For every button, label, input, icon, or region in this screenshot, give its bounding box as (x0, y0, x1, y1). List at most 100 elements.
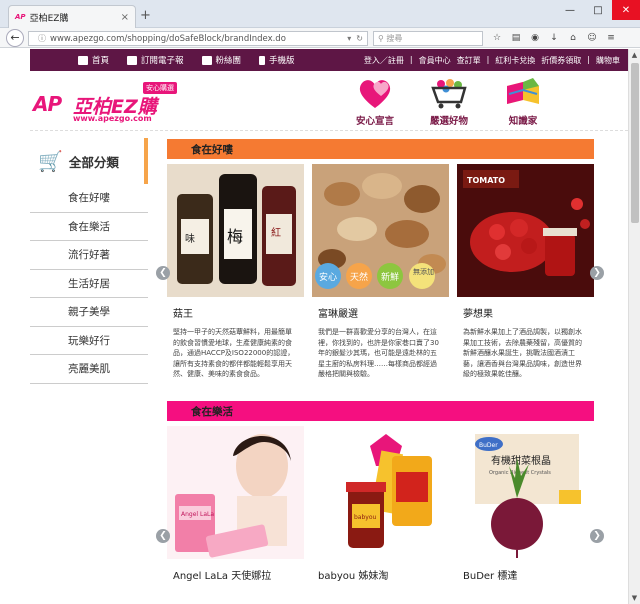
brand-card[interactable]: 味 梅 紅 菇王 堅持一甲子的天然菇蕈鮮料，用最簡單的飲食習慣愛地球，生產健康純… (167, 164, 304, 380)
logo-ap: AP (33, 92, 62, 116)
bonus-link[interactable]: 紅利卡兌換 (495, 55, 535, 66)
logo-slogan: 安心購選 (143, 82, 177, 94)
url-text[interactable]: www.apezgo.com/shopping/doSafeBlock/bran… (50, 34, 342, 44)
brand-image[interactable]: Angel LaLa (167, 426, 304, 559)
brand-desc: 堅持一甲子的天然菇蕈鮮料，用最簡單的飲食習慣愛地球，生產健康純素的食品，通過HA… (173, 328, 295, 378)
menu-icon[interactable]: ≡ (604, 31, 618, 45)
badge-text: 天然 (350, 271, 368, 283)
category-sidebar: 🛒 全部分類 食在好嘍 食在樂活 流行好著 生活好居 親子美學 玩樂好行 亮麗美… (30, 138, 148, 384)
brand-image[interactable]: babyou (312, 426, 449, 559)
window-controls: — □ ✕ (556, 0, 640, 20)
brand-image[interactable]: 味 梅 紅 (167, 164, 304, 297)
new-tab-button[interactable]: + (140, 8, 151, 23)
carousel-next-arrow[interactable]: ❯ (590, 266, 604, 280)
feature-peace[interactable]: 安心宣言 (350, 76, 400, 127)
dropdown-icon[interactable]: ▾ (347, 34, 351, 43)
carousel-prev-arrow[interactable]: ❮ (156, 529, 170, 543)
book-icon (498, 76, 548, 110)
category-header: 🛒 全部分類 (30, 138, 148, 184)
svg-text:紅: 紅 (271, 227, 281, 239)
sidebar-item-family[interactable]: 親子美學 (30, 298, 148, 327)
site-logo[interactable]: AP 亞柏EZ購 安心購選 www.apezgo.com (33, 80, 203, 124)
site-favicon-icon: AP (15, 13, 26, 21)
brand-image[interactable]: 安心 天然 新鮮 無添加 (312, 164, 449, 297)
sidebar-item-health[interactable]: 食在樂活 (30, 213, 148, 241)
maximize-button[interactable]: □ (584, 0, 612, 20)
brand-image[interactable]: TOMATO (457, 164, 594, 297)
vertical-scrollbar[interactable]: ▲ ▼ (628, 49, 640, 604)
back-button[interactable]: ← (6, 28, 24, 47)
brand-logo-text: TOMATO (467, 176, 505, 185)
brand-image[interactable]: BuDer 有機甜菜根晶 Organic Bioheet Crystals (457, 426, 594, 559)
search-input[interactable]: ⚲ 搜尋 (373, 31, 483, 46)
carousel-next-arrow[interactable]: ❯ (590, 529, 604, 543)
download-icon[interactable]: ↓ (547, 31, 561, 45)
cart-link[interactable]: 購物車 (596, 55, 620, 66)
address-bar[interactable]: ⓘ www.apezgo.com/shopping/doSafeBlock/br… (28, 31, 368, 46)
bookmark-star-icon[interactable]: ☆ (490, 31, 504, 45)
nav-newsletter[interactable]: 訂閱電子報 (127, 54, 184, 66)
sidebar-item-fashion[interactable]: 流行好著 (30, 241, 148, 270)
section-health: 食在樂活 Angel LaLa Angel LaLa 天使娜拉 babyou b… (167, 401, 594, 583)
brand-card[interactable]: 安心 天然 新鮮 無添加 富琳嚴選 我們是一群喜歡愛分享的台灣人，在這裡，你找到… (312, 164, 449, 380)
product-label-text: babyou (354, 514, 377, 521)
heart-icon (350, 76, 400, 110)
nav-fanpage[interactable]: 粉絲團 (201, 54, 241, 66)
fans-icon (201, 55, 212, 65)
nav-label: 首頁 (92, 56, 110, 66)
tab-close-icon[interactable]: × (121, 12, 129, 23)
section-header[interactable]: 食在好嘍 (167, 139, 594, 159)
product-label-text: Angel LaLa (181, 511, 214, 518)
brand-card[interactable]: TOMATO 夢想果 為新鮮水果加上了酒品調製，以獨創水果加工技術，去除農藥殘留… (457, 164, 594, 380)
product-carousel: Angel LaLa Angel LaLa 天使娜拉 babyou babyou… (167, 426, 594, 583)
badge-text: 安心 (319, 271, 337, 283)
feature-knowledge[interactable]: 知識家 (498, 76, 548, 127)
cart-icon (424, 76, 474, 110)
newsletter-icon (127, 55, 138, 65)
feature-label: 知識家 (508, 116, 538, 127)
brand-title[interactable]: 富琳嚴選 (318, 305, 449, 321)
window-close-button[interactable]: ✕ (612, 0, 640, 20)
logo-url: www.apezgo.com (73, 114, 152, 123)
section-header[interactable]: 食在樂活 (167, 401, 594, 421)
brand-card[interactable]: babyou babyou 姊妹淘 (312, 426, 449, 583)
carousel-prev-arrow[interactable]: ❮ (156, 266, 170, 280)
nav-mobile[interactable]: 手機版 (259, 54, 295, 66)
brand-desc: 我們是一群喜歡愛分享的台灣人，在這裡，你找到的，也許是你家巷口賣了30年的銀髮沙… (318, 328, 439, 378)
feature-label: 嚴選好物 (429, 116, 468, 127)
brand-title[interactable]: Angel LaLa 天使娜拉 (173, 567, 304, 583)
brand-title[interactable]: 菇王 (173, 305, 304, 321)
scroll-thumb[interactable] (631, 63, 639, 223)
scroll-down-arrow[interactable]: ▼ (629, 592, 640, 604)
product-carousel: 味 梅 紅 菇王 堅持一甲子的天然菇蕈鮮料，用最簡單的飲食習慣愛地球，生產健康純… (167, 164, 594, 380)
sidebar-item-home[interactable]: 生活好居 (30, 270, 148, 298)
home-icon[interactable]: ⌂ (566, 31, 580, 45)
scroll-up-arrow[interactable]: ▲ (629, 49, 640, 61)
search-icon: ⚲ (378, 34, 387, 43)
browser-nav-bar: ← ⓘ www.apezgo.com/shopping/doSafeBlock/… (0, 28, 640, 48)
coupon-link[interactable]: 折價券領取 (541, 55, 581, 66)
info-icon[interactable]: ⓘ (38, 33, 46, 44)
feature-select[interactable]: 嚴選好物 (424, 76, 474, 127)
header-divider (30, 130, 628, 131)
separator: | (587, 54, 590, 64)
reading-list-icon[interactable]: ▤ (509, 31, 523, 45)
brand-card[interactable]: BuDer 有機甜菜根晶 Organic Bioheet Crystals Bu… (457, 426, 594, 583)
sidebar-item-beauty[interactable]: 亮麗美肌 (30, 355, 148, 384)
login-link[interactable]: 登入／註冊 (364, 55, 404, 66)
orders-link[interactable]: 查訂單 (457, 55, 481, 66)
member-center-link[interactable]: 會員中心 (419, 55, 451, 66)
sidebar-item-travel[interactable]: 玩樂好行 (30, 327, 148, 355)
minimize-button[interactable]: — (556, 0, 584, 20)
sidebar-item-food[interactable]: 食在好嘍 (30, 184, 148, 213)
browser-tab[interactable]: AP 亞柏EZ購 × (8, 5, 136, 28)
brand-title[interactable]: babyou 姊妹淘 (318, 567, 449, 583)
brand-card[interactable]: Angel LaLa Angel LaLa 天使娜拉 (167, 426, 304, 583)
badge-text: 新鮮 (381, 271, 399, 283)
brand-title[interactable]: 夢想果 (463, 305, 594, 321)
pocket-icon[interactable]: ◉ (528, 31, 542, 45)
brand-title[interactable]: BuDer 標達 (463, 567, 594, 583)
smiley-icon[interactable]: ☺ (585, 31, 599, 45)
nav-home[interactable]: 首頁 (78, 54, 109, 66)
reload-icon[interactable]: ↻ (356, 34, 363, 43)
